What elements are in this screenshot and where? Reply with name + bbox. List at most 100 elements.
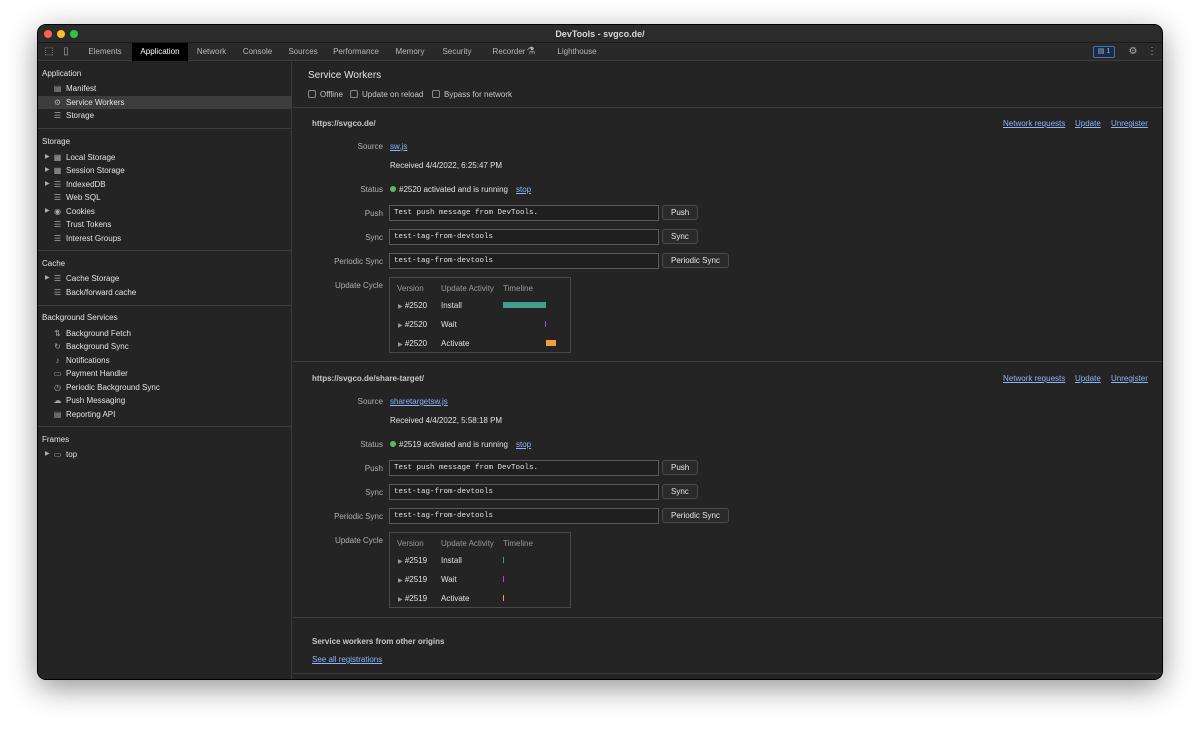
worker-origin: https://svgco.de/share-target/ — [312, 374, 425, 383]
offline-checkbox[interactable]: Offline — [308, 90, 343, 99]
periodic-sync-button[interactable]: Periodic Sync — [662, 508, 729, 523]
see-all-registrations-link[interactable]: See all registrations — [312, 655, 382, 664]
tab-network[interactable]: Network — [194, 43, 229, 61]
sync-input[interactable]: test-tag-from-devtools — [389, 484, 659, 500]
bypass-for-network-checkbox[interactable]: Bypass for network — [432, 90, 512, 99]
checkbox-box[interactable] — [308, 90, 316, 98]
expand-arrow-icon[interactable]: ▶ — [45, 164, 50, 177]
column-header-timeline: Timeline — [503, 539, 533, 548]
push-input[interactable]: Test push message from DevTools. — [389, 460, 659, 476]
sync-input[interactable]: test-tag-from-devtools — [389, 229, 659, 245]
worker-origin: https://svgco.de/ — [312, 119, 376, 128]
gear-icon[interactable]: ⚙ — [1126, 45, 1140, 59]
sidebar-item-cookies[interactable]: ▶ ◉ Cookies — [38, 205, 291, 218]
expand-arrow-icon[interactable]: ▶ — [45, 178, 50, 191]
sync-button[interactable]: Sync — [662, 229, 698, 244]
expand-arrow-icon[interactable]: ▶ — [45, 151, 50, 164]
cloud-icon: ☁ — [53, 396, 62, 405]
update-link[interactable]: Update — [1075, 119, 1101, 128]
sidebar-item-reporting-api[interactable]: ▤ Reporting API — [38, 408, 291, 421]
cycle-version[interactable]: ▶ #2520 — [398, 339, 427, 348]
sidebar-item-background-sync[interactable]: ↻ Background Sync — [38, 340, 291, 353]
service-worker-card: https://svgco.de/share-target/ Network r… — [293, 362, 1162, 617]
sidebar-item-interest-groups[interactable]: ☰ Interest Groups — [38, 232, 291, 245]
checkbox-box[interactable] — [350, 90, 358, 98]
status-label: Status — [360, 440, 383, 449]
sidebar-item-payment-handler[interactable]: ▭ Payment Handler — [38, 367, 291, 380]
sidebar-item-service-workers[interactable]: ⚙ Service Workers — [38, 96, 291, 109]
tab-sources[interactable]: Sources — [286, 43, 320, 61]
unregister-link[interactable]: Unregister — [1111, 119, 1148, 128]
periodic-sync-label: Periodic Sync — [334, 257, 383, 266]
tab-lighthouse[interactable]: Lighthouse — [554, 43, 600, 61]
network-requests-link[interactable]: Network requests — [1003, 374, 1065, 383]
sidebar-item-background-fetch[interactable]: ⇅ Background Fetch — [38, 327, 291, 340]
sidebar-item-local-storage[interactable]: ▶ ▦ Local Storage — [38, 151, 291, 164]
periodic-sync-input[interactable]: test-tag-from-devtools — [389, 508, 659, 524]
sidebar-item-manifest[interactable]: ▤ Manifest — [38, 82, 291, 95]
tab-performance[interactable]: Performance — [331, 43, 381, 61]
unregister-link[interactable]: Unregister — [1111, 374, 1148, 383]
tab-security[interactable]: Security — [439, 43, 475, 61]
expand-arrow-icon[interactable]: ▶ — [398, 559, 403, 565]
periodic-sync-input[interactable]: test-tag-from-devtools — [389, 253, 659, 269]
tab-elements[interactable]: Elements — [84, 43, 126, 61]
tab-console[interactable]: Console — [240, 43, 275, 61]
stop-link[interactable]: stop — [516, 440, 531, 449]
source-script-link[interactable]: sw.js — [390, 142, 407, 151]
window-title: DevTools - svgco.de/ — [555, 29, 645, 39]
expand-arrow-icon[interactable]: ▶ — [45, 272, 50, 285]
received-time: Received 4/4/2022, 5:58:18 PM — [390, 416, 503, 425]
update-link[interactable]: Update — [1075, 374, 1101, 383]
status-text: #2519 activated and is running — [390, 440, 508, 449]
cycle-version[interactable]: ▶ #2519 — [398, 556, 427, 565]
sidebar-item-push-messaging[interactable]: ☁ Push Messaging — [38, 394, 291, 407]
cycle-version[interactable]: ▶ #2520 — [398, 301, 427, 310]
tab-recorder[interactable]: Recorder — [491, 43, 527, 61]
sidebar-divider — [38, 250, 291, 251]
bell-icon: ♪ — [55, 356, 60, 365]
cycle-version[interactable]: ▶ #2520 — [398, 320, 427, 329]
sidebar-item-cache-storage[interactable]: ▶ ☰ Cache Storage — [38, 272, 291, 285]
sidebar-item-web-sql[interactable]: ☰ Web SQL — [38, 191, 291, 204]
sync-button[interactable]: Sync — [662, 484, 698, 499]
update-on-reload-checkbox[interactable]: Update on reload — [350, 90, 423, 99]
expand-arrow-icon[interactable]: ▶ — [45, 448, 50, 461]
checkbox-box[interactable] — [432, 90, 440, 98]
expand-arrow-icon[interactable]: ▶ — [398, 342, 403, 348]
expand-arrow-icon[interactable]: ▶ — [398, 323, 403, 329]
expand-arrow-icon[interactable]: ▶ — [398, 597, 403, 603]
device-toolbar-icon[interactable]: ▯ — [59, 45, 73, 59]
sidebar-item-notifications[interactable]: ♪ Notifications — [38, 354, 291, 367]
title-bar: DevTools - svgco.de/ — [38, 25, 1162, 43]
inspect-element-icon[interactable]: ⬚ — [42, 45, 56, 59]
periodic-sync-button[interactable]: Periodic Sync — [662, 253, 729, 268]
sidebar-item-periodic-background-sync[interactable]: ◷ Periodic Background Sync — [38, 381, 291, 394]
source-script-link[interactable]: sharetargetsw.js — [390, 397, 448, 406]
expand-arrow-icon[interactable]: ▶ — [45, 205, 50, 218]
gear-icon: ⚙ — [53, 98, 62, 107]
sidebar-item-session-storage[interactable]: ▶ ▦ Session Storage — [38, 164, 291, 177]
stop-link[interactable]: stop — [516, 185, 531, 194]
cycle-version[interactable]: ▶ #2519 — [398, 575, 427, 584]
sidebar-item-frame-top[interactable]: ▶ ▭ top — [38, 448, 291, 461]
expand-arrow-icon[interactable]: ▶ — [398, 304, 403, 310]
sidebar-item-trust-tokens[interactable]: ☰ Trust Tokens — [38, 218, 291, 231]
install-timeline-bar — [503, 302, 546, 308]
push-button[interactable]: Push — [662, 205, 699, 220]
more-menu-icon[interactable]: ⋮ — [1145, 45, 1159, 59]
push-button[interactable]: Push — [662, 460, 699, 475]
status-text: #2520 activated and is running — [390, 185, 508, 194]
network-requests-link[interactable]: Network requests — [1003, 119, 1065, 128]
sidebar-item-storage[interactable]: ☰ Storage — [38, 109, 291, 122]
expand-arrow-icon[interactable]: ▶ — [398, 578, 403, 584]
sidebar-item-back-forward-cache[interactable]: ☰ Back/forward cache — [38, 286, 291, 299]
cycle-version[interactable]: ▶ #2519 — [398, 594, 427, 603]
column-header-version: Version — [397, 284, 424, 293]
tab-memory[interactable]: Memory — [392, 43, 428, 61]
push-input[interactable]: Test push message from DevTools. — [389, 205, 659, 221]
update-cycle-label: Update Cycle — [334, 281, 383, 290]
sidebar-item-indexeddb[interactable]: ▶ ☰ IndexedDB — [38, 178, 291, 191]
tab-application[interactable]: Application — [132, 43, 188, 61]
issues-badge[interactable]: ▤ 1 — [1093, 46, 1115, 58]
